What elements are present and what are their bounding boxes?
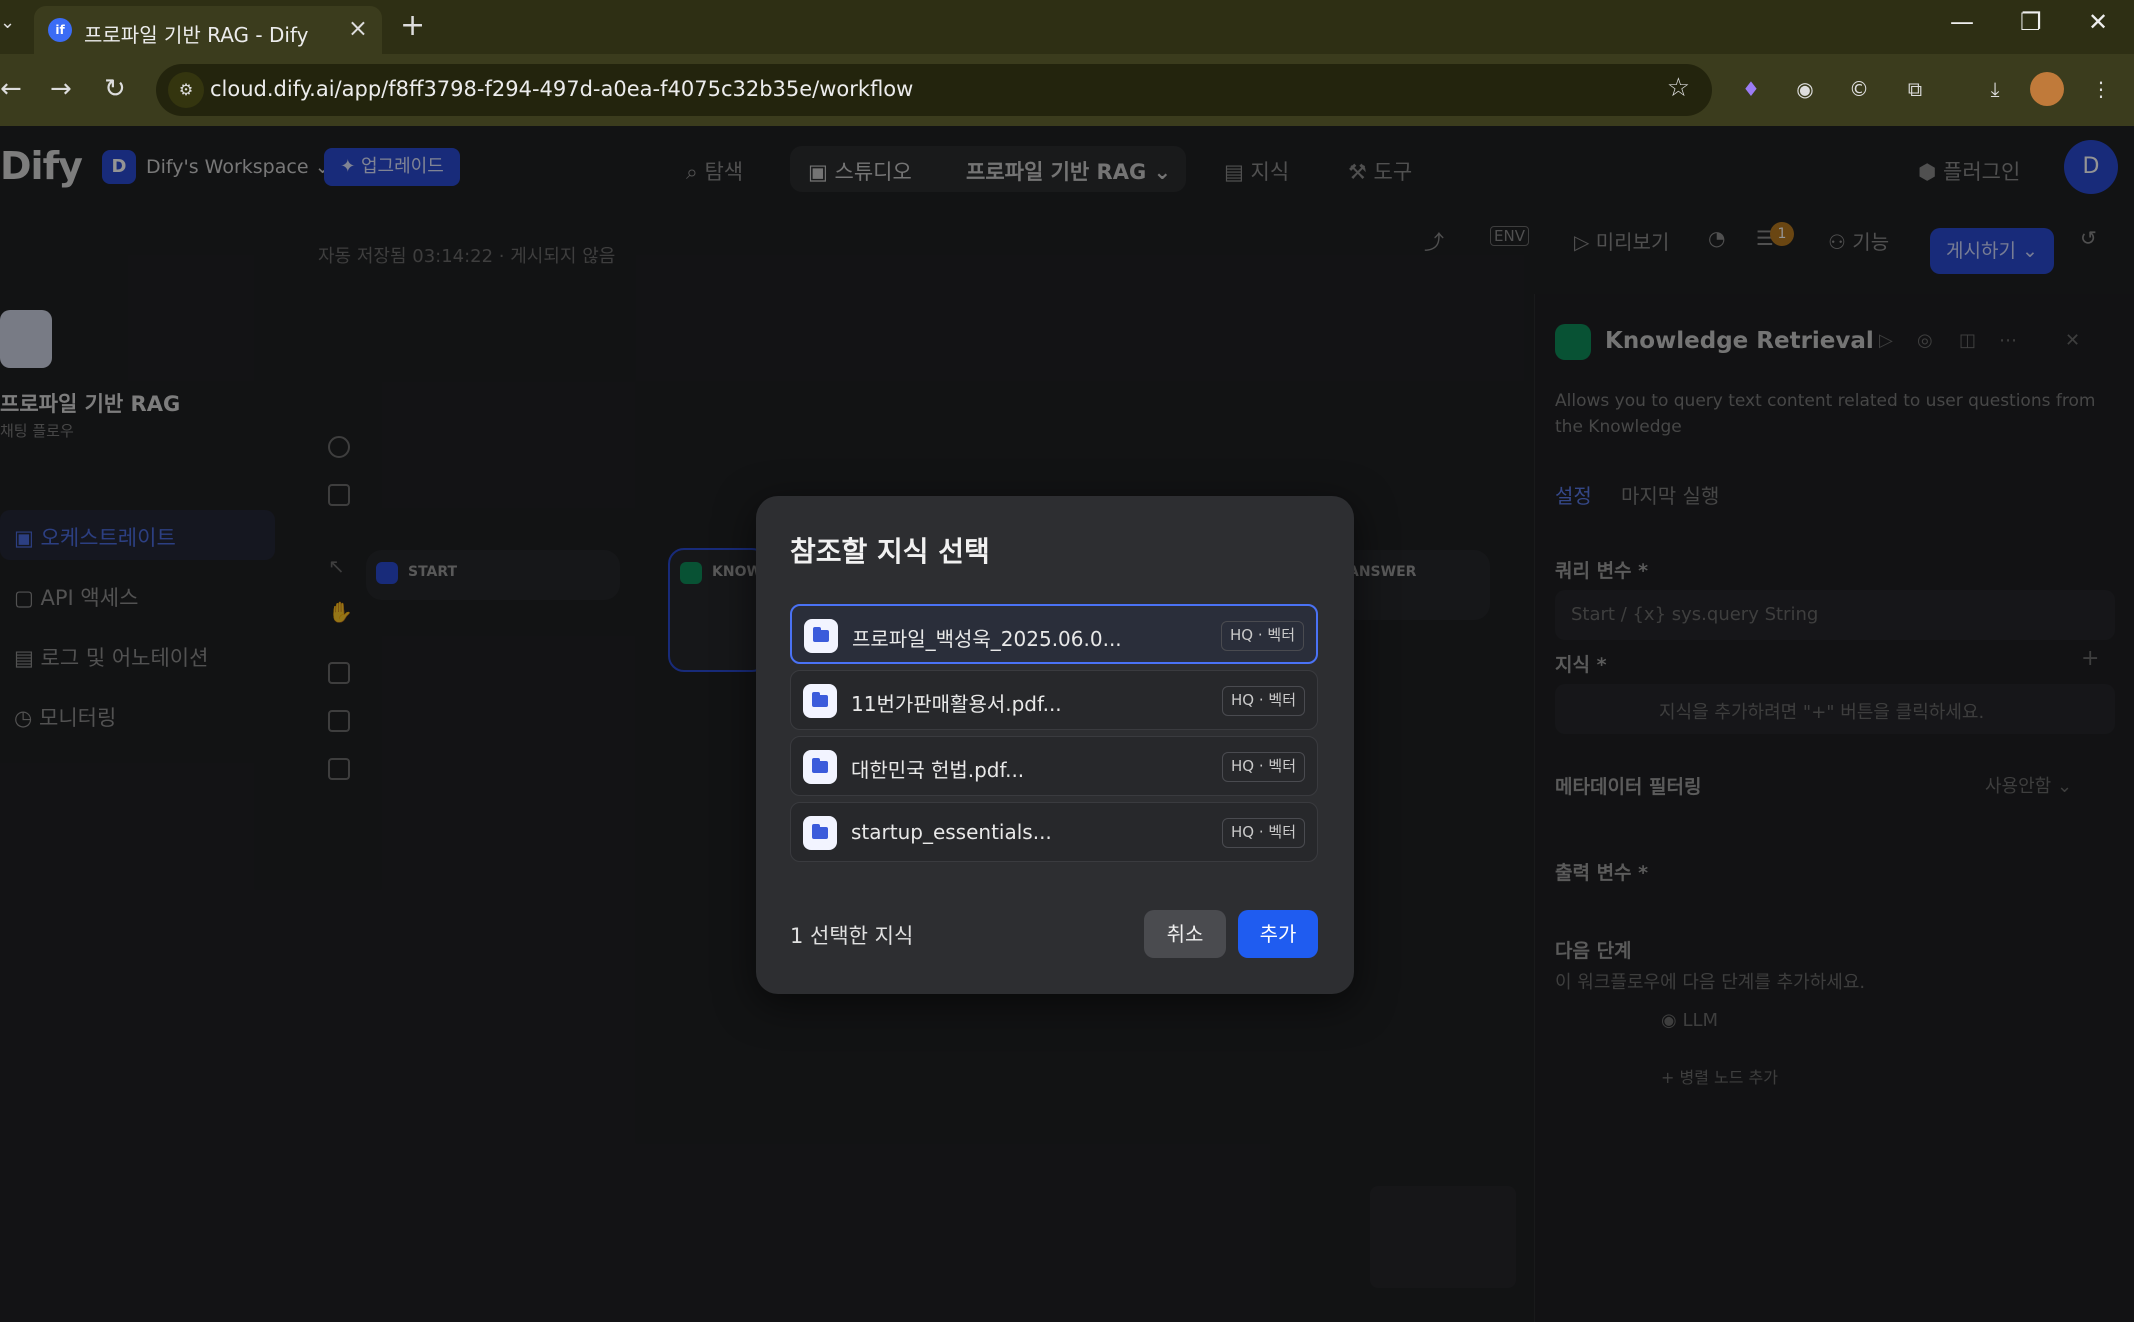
camera-extension-icon[interactable]: ◉ bbox=[1788, 72, 1822, 106]
knowledge-item-name: 11번가판매활용서.pdf... bbox=[851, 692, 1062, 716]
folder-icon bbox=[803, 684, 837, 718]
knowledge-item-name: 프로파일_백성욱_2025.06.0... bbox=[852, 627, 1122, 651]
dialog-title: 참조할 지식 선택 bbox=[790, 535, 990, 568]
select-knowledge-dialog: 참조할 지식 선택 프로파일_백성욱_2025.06.0... HQ · 벡터 … bbox=[756, 496, 1354, 994]
knowledge-item-tag: HQ · 벡터 bbox=[1222, 818, 1305, 848]
restore-icon[interactable]: ❐ bbox=[2020, 8, 2042, 36]
knowledge-item-name: 대한민국 헌법.pdf... bbox=[851, 758, 1025, 782]
profile-avatar-icon[interactable] bbox=[2030, 72, 2064, 106]
back-icon[interactable]: ← bbox=[0, 74, 22, 104]
close-tab-icon[interactable]: × bbox=[348, 14, 368, 42]
cancel-button[interactable]: 취소 bbox=[1144, 910, 1226, 958]
knowledge-item[interactable]: startup_essentials... HQ · 벡터 bbox=[790, 802, 1318, 862]
minimize-icon[interactable]: — bbox=[1950, 8, 1974, 36]
knowledge-item[interactable]: 프로파일_백성욱_2025.06.0... HQ · 벡터 bbox=[790, 604, 1318, 664]
tab-search-icon[interactable]: ⌄ bbox=[0, 12, 22, 42]
knowledge-item[interactable]: 11번가판매활용서.pdf... HQ · 벡터 bbox=[790, 670, 1318, 730]
reload-icon[interactable]: ↻ bbox=[104, 74, 126, 104]
browser-tab-bar: ⌄ if 프로파일 기반 RAG - Dify × + — ❐ ✕ bbox=[0, 0, 2134, 54]
folder-icon bbox=[803, 816, 837, 850]
knowledge-item-tag: HQ · 벡터 bbox=[1222, 686, 1305, 716]
address-bar-row: ← → ↻ ⚙ cloud.dify.ai/app/f8ff3798-f294-… bbox=[0, 54, 2134, 126]
forward-icon[interactable]: → bbox=[50, 74, 72, 104]
browser-tab[interactable]: if 프로파일 기반 RAG - Dify × bbox=[34, 6, 382, 54]
address-bar[interactable]: ⚙ cloud.dify.ai/app/f8ff3798-f294-497d-a… bbox=[156, 64, 1712, 116]
extension-icon[interactable]: ♦ bbox=[1734, 72, 1768, 106]
knowledge-item-name: startup_essentials... bbox=[851, 820, 1052, 844]
download-icon[interactable]: ⤓ bbox=[1978, 72, 2012, 106]
add-button[interactable]: 추가 bbox=[1238, 910, 1318, 958]
selected-count: 1 선택한 지식 bbox=[790, 924, 914, 948]
bookmark-star-icon[interactable]: ☆ bbox=[1667, 73, 1690, 103]
extensions-puzzle-icon[interactable]: ⧉ bbox=[1898, 72, 1932, 106]
menu-kebab-icon[interactable]: ⋮ bbox=[2084, 72, 2118, 106]
knowledge-item-tag: HQ · 벡터 bbox=[1222, 752, 1305, 782]
url-text[interactable]: cloud.dify.ai/app/f8ff3798-f294-497d-a0e… bbox=[210, 77, 913, 101]
extension-c-icon[interactable]: © bbox=[1842, 72, 1876, 106]
dify-favicon-icon: if bbox=[48, 18, 72, 42]
knowledge-item-tag: HQ · 벡터 bbox=[1221, 621, 1304, 651]
new-tab-icon[interactable]: + bbox=[400, 8, 425, 43]
browser-tab-title: 프로파일 기반 RAG - Dify bbox=[84, 23, 309, 47]
folder-icon bbox=[803, 750, 837, 784]
knowledge-item[interactable]: 대한민국 헌법.pdf... HQ · 벡터 bbox=[790, 736, 1318, 796]
folder-icon bbox=[804, 619, 838, 653]
close-window-icon[interactable]: ✕ bbox=[2088, 8, 2108, 36]
site-info-icon[interactable]: ⚙ bbox=[168, 72, 204, 108]
